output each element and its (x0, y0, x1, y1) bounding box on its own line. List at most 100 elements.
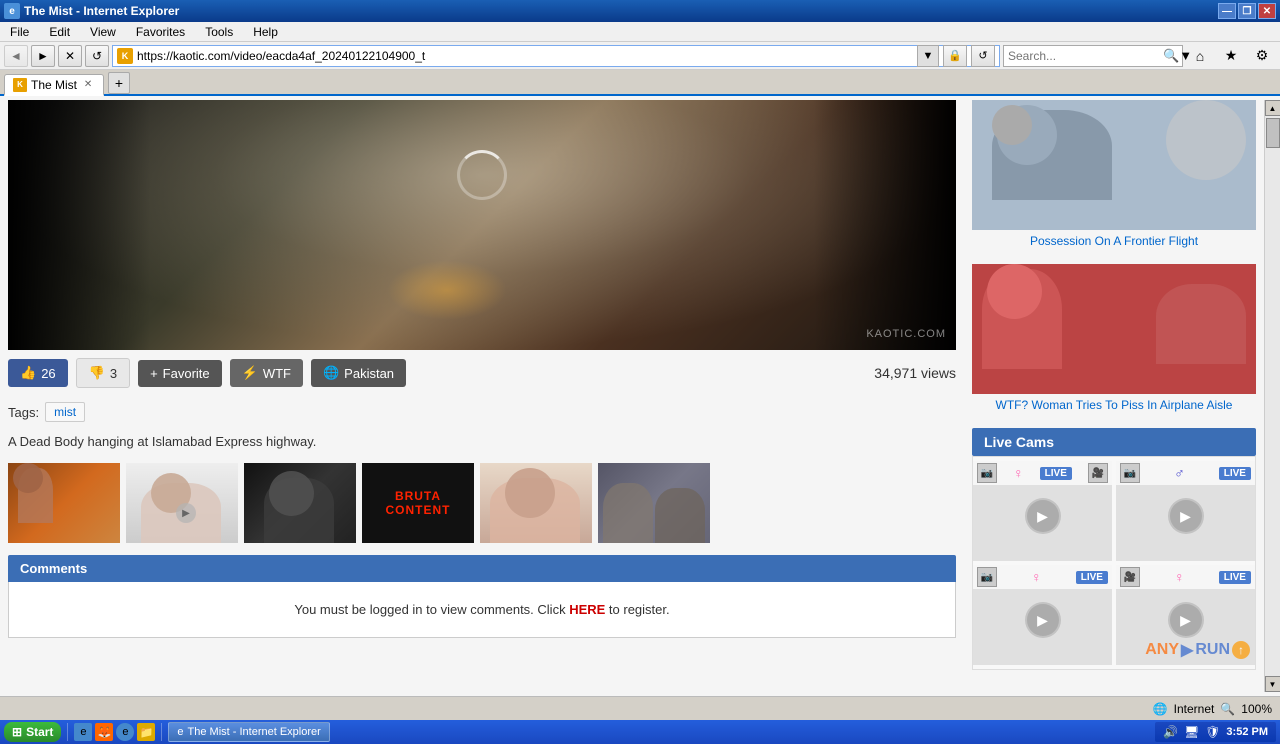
related-video-2[interactable]: WTF? Woman Tries To Piss In Airplane Ais… (972, 264, 1256, 416)
quick-launch-firefox[interactable]: 🦊 (95, 723, 113, 741)
zone-text: Internet (1174, 702, 1215, 716)
tab-favicon: K (13, 78, 27, 92)
cam-3-play-button[interactable]: ▶ (1025, 602, 1061, 638)
favorite-label: Favorite (163, 366, 210, 381)
cam-2-top-bar: 📷 ♂ LIVE (1116, 461, 1255, 485)
taskbar: ⊞ Start e 🦊 e 📁 e The Mist - Internet Ex… (0, 720, 1280, 744)
quick-launch-folder[interactable]: 📁 (137, 723, 155, 741)
cam-1-play-button[interactable]: ▶ (1025, 498, 1061, 534)
clock: 3:52 PM (1226, 726, 1268, 738)
scroll-track[interactable] (1265, 116, 1280, 676)
search-bar: 🔍 ▼ (1003, 45, 1183, 67)
scroll-thumb[interactable] (1266, 118, 1280, 148)
video-scene: KAOTIC.COM (8, 100, 956, 350)
content-left: KAOTIC.COM 👍 26 👎 3 + Favorite (0, 100, 964, 692)
wtf-button[interactable]: ⚡ WTF (230, 359, 303, 387)
windows-icon: ⊞ (12, 725, 22, 739)
right-scrollbar[interactable]: ▲ ▼ (1264, 100, 1280, 692)
cam-cell-4[interactable]: 🎥 ♀ LIVE ▶ ANY ▶ RUN ↑ (1116, 565, 1255, 665)
tools-button[interactable]: ⚙ (1248, 45, 1276, 67)
menu-file[interactable]: File (4, 23, 35, 41)
search-input[interactable] (1008, 49, 1163, 63)
pakistan-label: Pakistan (344, 366, 394, 381)
cam-1-icon: 📷 (977, 463, 997, 483)
cam-3-top-bar: 📷 ♀ LIVE (973, 565, 1112, 589)
dropdown-button[interactable]: ▼ (917, 45, 939, 67)
thumbnail-1[interactable] (8, 463, 120, 543)
flag-icon: 🌐 (323, 365, 339, 381)
favorites-button[interactable]: ★ (1217, 45, 1245, 67)
home-button[interactable]: ⌂ (1186, 45, 1214, 67)
title-bar-left: e The Mist - Internet Explorer (4, 3, 179, 19)
comments-header: Comments (8, 555, 956, 582)
taskbar-separator-2 (161, 723, 162, 741)
thumbnails-row: ▶ BRUTA CONTENT (8, 459, 956, 547)
scroll-up-arrow[interactable]: ▲ (1265, 100, 1280, 116)
related-thumb-2 (972, 264, 1256, 394)
cam-cell-1[interactable]: 📷 ♀ LIVE 🎥 ▶ (973, 461, 1112, 561)
title-bar-buttons[interactable]: — ❐ ✕ (1218, 3, 1276, 19)
ie-icon: e (4, 3, 20, 19)
restore-button[interactable]: ❐ (1238, 3, 1256, 19)
tab-the-mist[interactable]: K The Mist ✕ (4, 74, 104, 96)
thumbnail-6[interactable] (598, 463, 710, 543)
network-icon[interactable]: 🖥 (1184, 725, 1199, 739)
related-video-1[interactable]: Possession On A Frontier Flight (972, 100, 1256, 252)
cam-2-play-button[interactable]: ▶ (1168, 498, 1204, 534)
quick-launch-ie[interactable]: e (74, 723, 92, 741)
start-button[interactable]: ⊞ Start (4, 722, 61, 742)
video-description: A Dead Body hanging at Islamabad Express… (8, 428, 956, 459)
forward-button[interactable]: ► (31, 45, 55, 67)
browser-content: KAOTIC.COM 👍 26 👎 3 + Favorite (0, 96, 1280, 696)
menu-help[interactable]: Help (247, 23, 284, 41)
wtf-label: WTF (263, 366, 291, 381)
video-player[interactable]: KAOTIC.COM (8, 100, 956, 350)
search-icon[interactable]: 🔍 (1163, 48, 1179, 64)
live-cams-section: Live Cams 📷 ♀ LIVE 🎥 ▶ (972, 428, 1256, 670)
refresh-button[interactable]: ↺ (85, 45, 109, 67)
like-count: 26 (41, 366, 55, 381)
minimize-button[interactable]: — (1218, 3, 1236, 19)
here-link[interactable]: HERE (569, 602, 605, 617)
scroll-down-arrow[interactable]: ▼ (1265, 676, 1280, 692)
taskbar-app-ie[interactable]: e The Mist - Internet Explorer (168, 722, 329, 742)
favorite-button[interactable]: + Favorite (138, 360, 222, 387)
close-button[interactable]: ✕ (1258, 3, 1276, 19)
thumbnail-bruta[interactable]: BRUTA CONTENT (362, 463, 474, 543)
back-button[interactable]: ◄ (4, 45, 28, 67)
cam-3-icon: 📷 (977, 567, 997, 587)
quick-launch-ie2[interactable]: e (116, 723, 134, 741)
menu-view[interactable]: View (84, 23, 122, 41)
menu-tools[interactable]: Tools (199, 23, 239, 41)
cam-3-gender-icon: ♀ (1031, 569, 1042, 585)
menu-favorites[interactable]: Favorites (130, 23, 191, 41)
stop-button[interactable]: ✕ (58, 45, 82, 67)
pakistan-button[interactable]: 🌐 Pakistan (311, 359, 406, 387)
tab-close-button[interactable]: ✕ (81, 78, 95, 92)
cam-cell-2[interactable]: 📷 ♂ LIVE ▶ (1116, 461, 1255, 561)
cam-4-top-bar: 🎥 ♀ LIVE (1116, 565, 1255, 589)
cam-4-live-badge: LIVE (1219, 571, 1251, 584)
dislike-count: 3 (110, 366, 117, 381)
cam-cell-3[interactable]: 📷 ♀ LIVE ▶ (973, 565, 1112, 665)
menu-edit[interactable]: Edit (43, 23, 76, 41)
address-input[interactable] (137, 49, 913, 63)
thumbnail-3[interactable] (244, 463, 356, 543)
video-watermark: KAOTIC.COM (866, 328, 946, 340)
window-title: The Mist - Internet Explorer (24, 4, 179, 18)
tag-mist[interactable]: mist (45, 402, 85, 422)
thumbnail-2[interactable]: ▶ (126, 463, 238, 543)
title-bar: e The Mist - Internet Explorer — ❐ ✕ (0, 0, 1280, 22)
thumbnail-5[interactable] (480, 463, 592, 543)
dislike-button[interactable]: 👎 3 (76, 358, 130, 388)
content-right: Possession On A Frontier Flight WTF? Wom… (964, 100, 1264, 692)
security-icon[interactable]: 🛡 (1205, 725, 1220, 739)
cam-4-play-button[interactable]: ▶ (1168, 602, 1204, 638)
refresh-nav-button[interactable]: ↺ (971, 45, 995, 67)
lock-icon[interactable]: 🔒 (943, 45, 967, 67)
cam-2-live-badge: LIVE (1219, 467, 1251, 480)
volume-icon[interactable]: 🔊 (1163, 725, 1178, 739)
new-tab-button[interactable]: + (108, 72, 130, 94)
like-button[interactable]: 👍 26 (8, 359, 68, 387)
related-title-2: WTF? Woman Tries To Piss In Airplane Ais… (972, 394, 1256, 416)
